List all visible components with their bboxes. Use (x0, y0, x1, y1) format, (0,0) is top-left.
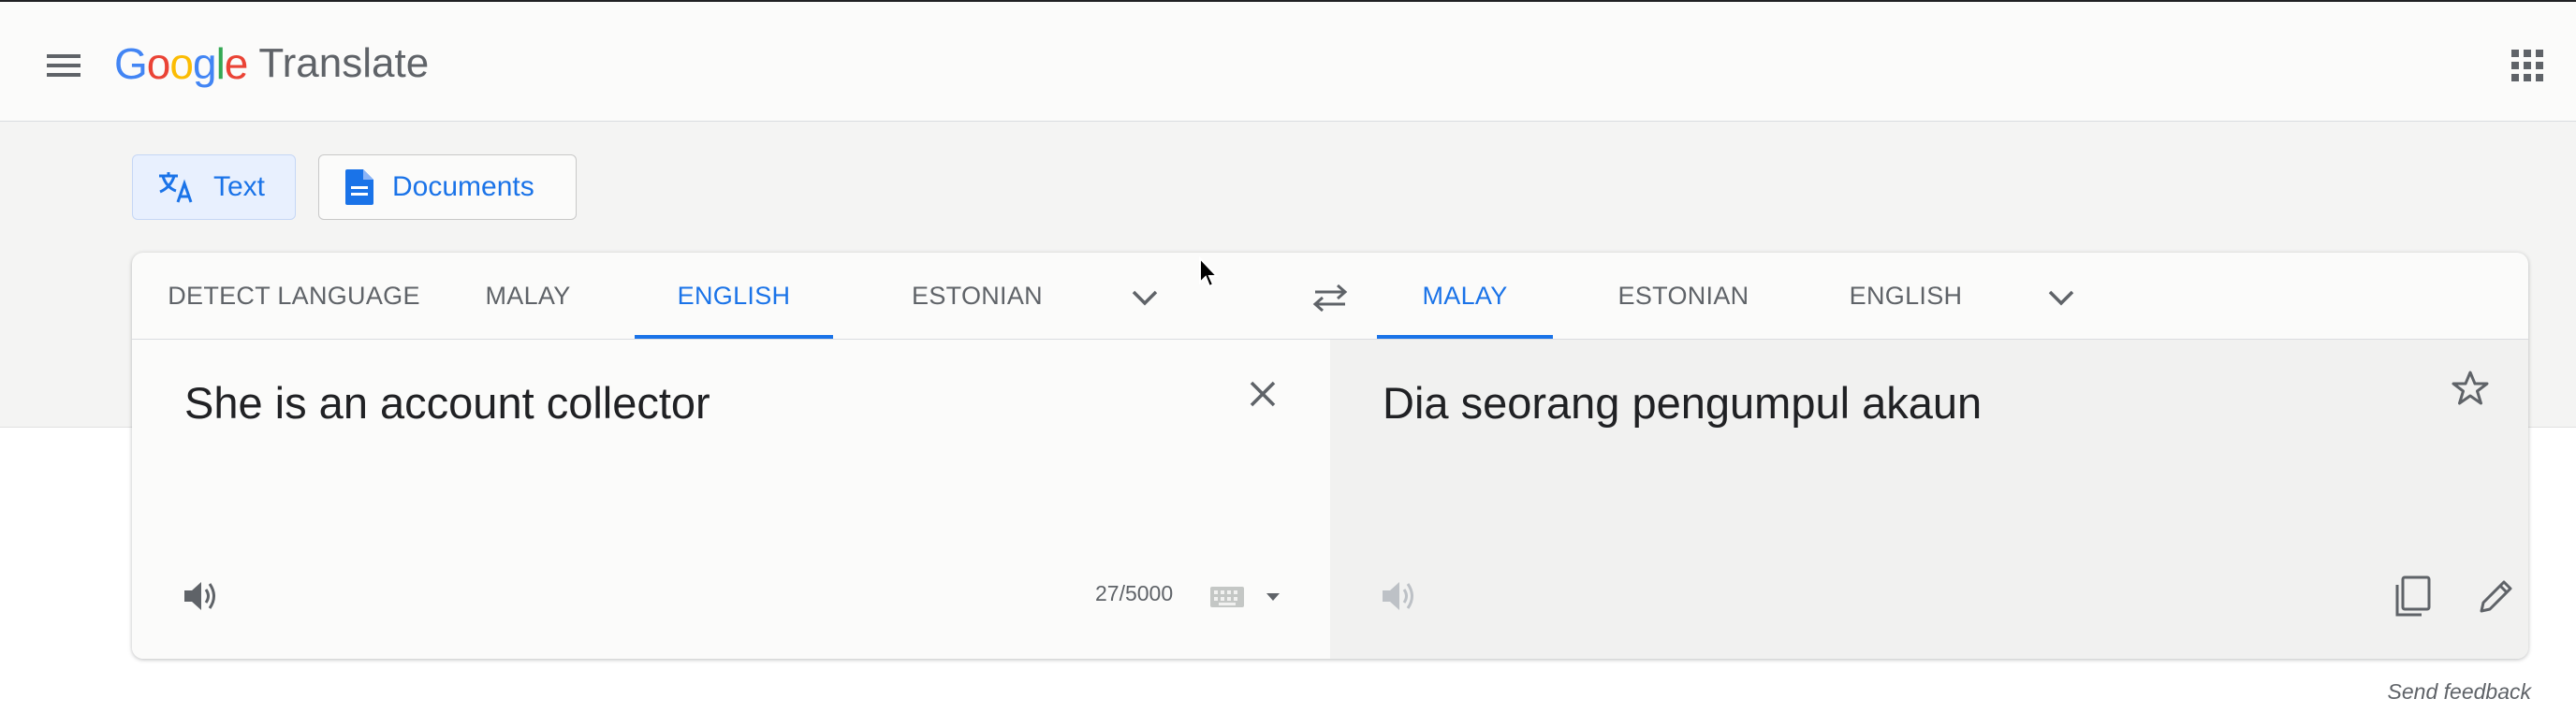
apps-grid-icon (2511, 50, 2543, 81)
logo-letter: o (169, 39, 194, 88)
mouse-cursor-icon (1199, 256, 1220, 288)
pencil-icon (2480, 580, 2512, 613)
caret-down-icon (1266, 593, 1280, 601)
character-count: 27/5000 (1095, 581, 1174, 605)
source-pane: She is an account collector 27/5000 (132, 340, 1330, 659)
document-icon (345, 169, 373, 205)
more-source-languages-button[interactable] (1119, 271, 1171, 324)
copy-translation-button[interactable] (2386, 570, 2438, 622)
main-menu-button[interactable] (37, 39, 90, 92)
logo-letter: o (146, 39, 171, 88)
logo-letter: e (224, 39, 249, 88)
source-tab-detect-language[interactable]: DETECT LANGUAGE (154, 253, 434, 339)
swap-languages-button[interactable] (1304, 271, 1356, 324)
top-app-bar: Google Translate (0, 0, 2576, 122)
close-icon (1250, 381, 1276, 407)
hamburger-menu-icon (47, 54, 80, 77)
logo-letter: l (215, 39, 226, 88)
documents-mode-button[interactable]: Documents (318, 154, 577, 220)
logo-letter: g (192, 39, 217, 88)
source-tab-english[interactable]: ENGLISH (635, 253, 833, 339)
more-target-languages-button[interactable] (2035, 271, 2087, 324)
language-bar: DETECT LANGUAGE MALAY ENGLISH ESTONIAN M… (132, 253, 2528, 340)
edit-translation-button[interactable] (2470, 570, 2523, 622)
documents-mode-label: Documents (392, 171, 534, 202)
source-tab-malay[interactable]: MALAY (467, 253, 589, 339)
send-feedback-link[interactable]: Send feedback (2388, 679, 2531, 705)
product-name: Translate (258, 40, 430, 86)
chevron-down-icon (1132, 290, 1158, 306)
source-text-input[interactable]: She is an account collector (184, 377, 710, 429)
speaker-icon (1383, 582, 1413, 610)
copy-icon (2395, 575, 2431, 617)
save-translation-button[interactable] (2444, 362, 2496, 415)
listen-source-button[interactable] (175, 570, 227, 622)
source-tab-estonian[interactable]: ESTONIAN (860, 253, 1094, 339)
target-tab-malay[interactable]: MALAY (1377, 253, 1553, 339)
listen-translation-button[interactable] (1373, 570, 1426, 622)
speaker-icon (184, 582, 215, 610)
star-icon (2452, 371, 2489, 405)
text-mode-button[interactable]: Text (132, 154, 296, 220)
translate-icon (159, 172, 193, 203)
target-tab-english[interactable]: ENGLISH (1817, 253, 1995, 339)
google-translate-logo[interactable]: Google Translate (114, 36, 429, 92)
google-logo: Google (114, 38, 249, 89)
logo-letter: G (114, 39, 148, 88)
keyboard-icon (1210, 587, 1244, 607)
target-pane: Dia seorang pengumpul akaun (1330, 340, 2528, 659)
swap-icon (1312, 284, 1348, 312)
google-apps-button[interactable] (2501, 39, 2554, 92)
input-tools-button[interactable] (1208, 583, 1283, 611)
translated-text: Dia seorang pengumpul akaun (1383, 378, 1983, 428)
clear-source-button[interactable] (1237, 368, 1289, 420)
text-mode-label: Text (213, 171, 266, 202)
translation-card: DETECT LANGUAGE MALAY ENGLISH ESTONIAN M… (132, 253, 2528, 659)
target-tab-estonian[interactable]: ESTONIAN (1573, 253, 1793, 339)
chevron-down-icon (2048, 290, 2074, 306)
